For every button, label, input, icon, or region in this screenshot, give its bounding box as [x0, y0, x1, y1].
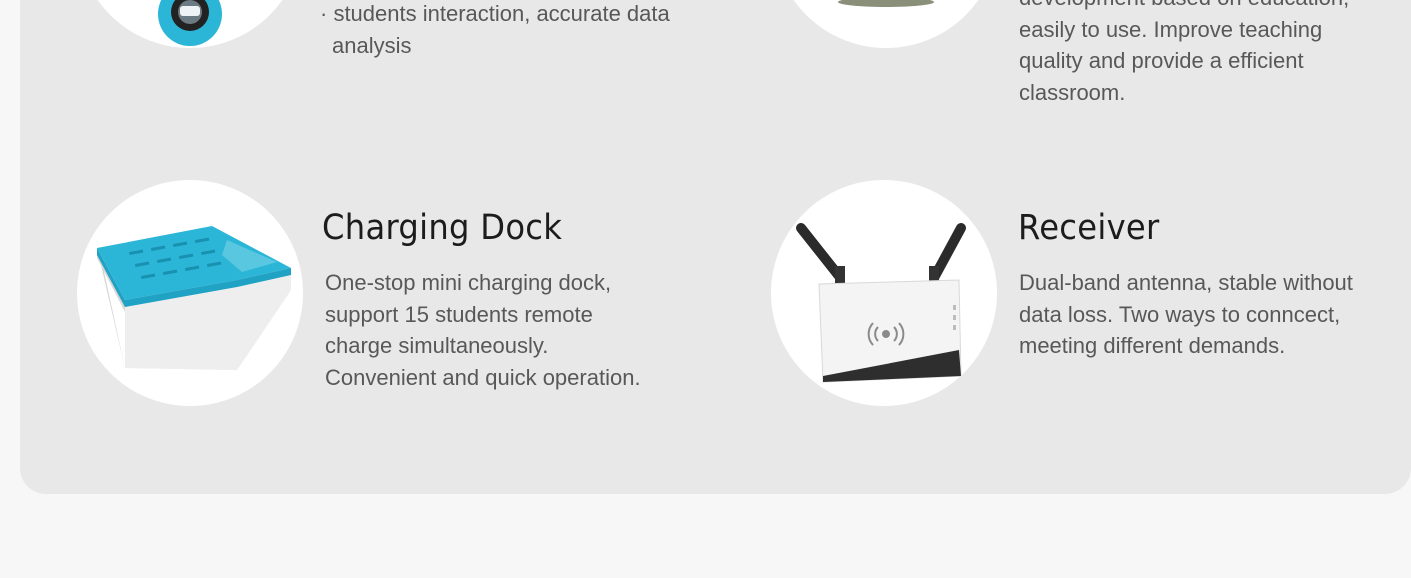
charging-dock-image: [77, 180, 303, 406]
receiver-description: Dual-band antenna, stable without data l…: [1019, 267, 1353, 362]
receiver-router-image: [771, 180, 997, 406]
top-right-line-3: quality and provide a efficient: [1019, 48, 1304, 73]
top-right-line-2: easily to use. Improve teaching: [1019, 16, 1323, 42]
top-right-line-4: classroom.: [1019, 79, 1126, 105]
receiver-line-3: meeting different demands.: [1019, 333, 1286, 358]
charging-dock-line-4: Convenient and quick operation.: [325, 364, 641, 390]
top-left-line-2: analysis: [332, 32, 412, 58]
receiver-line-2: data loss. Two ways to conncect,: [1019, 301, 1341, 327]
charging-dock-line-1: One-stop mini charging dock,: [325, 270, 612, 295]
top-left-line-1: · students interaction, accurate data: [320, 1, 670, 26]
charging-dock-line-3: charge simultaneously.: [325, 333, 549, 358]
top-left-description: · students interaction, accurate data an…: [320, 0, 670, 61]
charging-dock-line-2: support 15 students remote: [325, 301, 593, 327]
top-right-line-1: development based on education,: [1019, 0, 1349, 14]
charging-dock-title: Charging Dock: [322, 208, 563, 248]
charging-dock-description: One-stop mini charging dock, support 15 …: [325, 267, 641, 393]
receiver-title: Receiver: [1018, 208, 1160, 248]
top-right-description: development based on education, easily t…: [1019, 0, 1349, 108]
receiver-line-1: Dual-band antenna, stable without: [1019, 270, 1353, 295]
